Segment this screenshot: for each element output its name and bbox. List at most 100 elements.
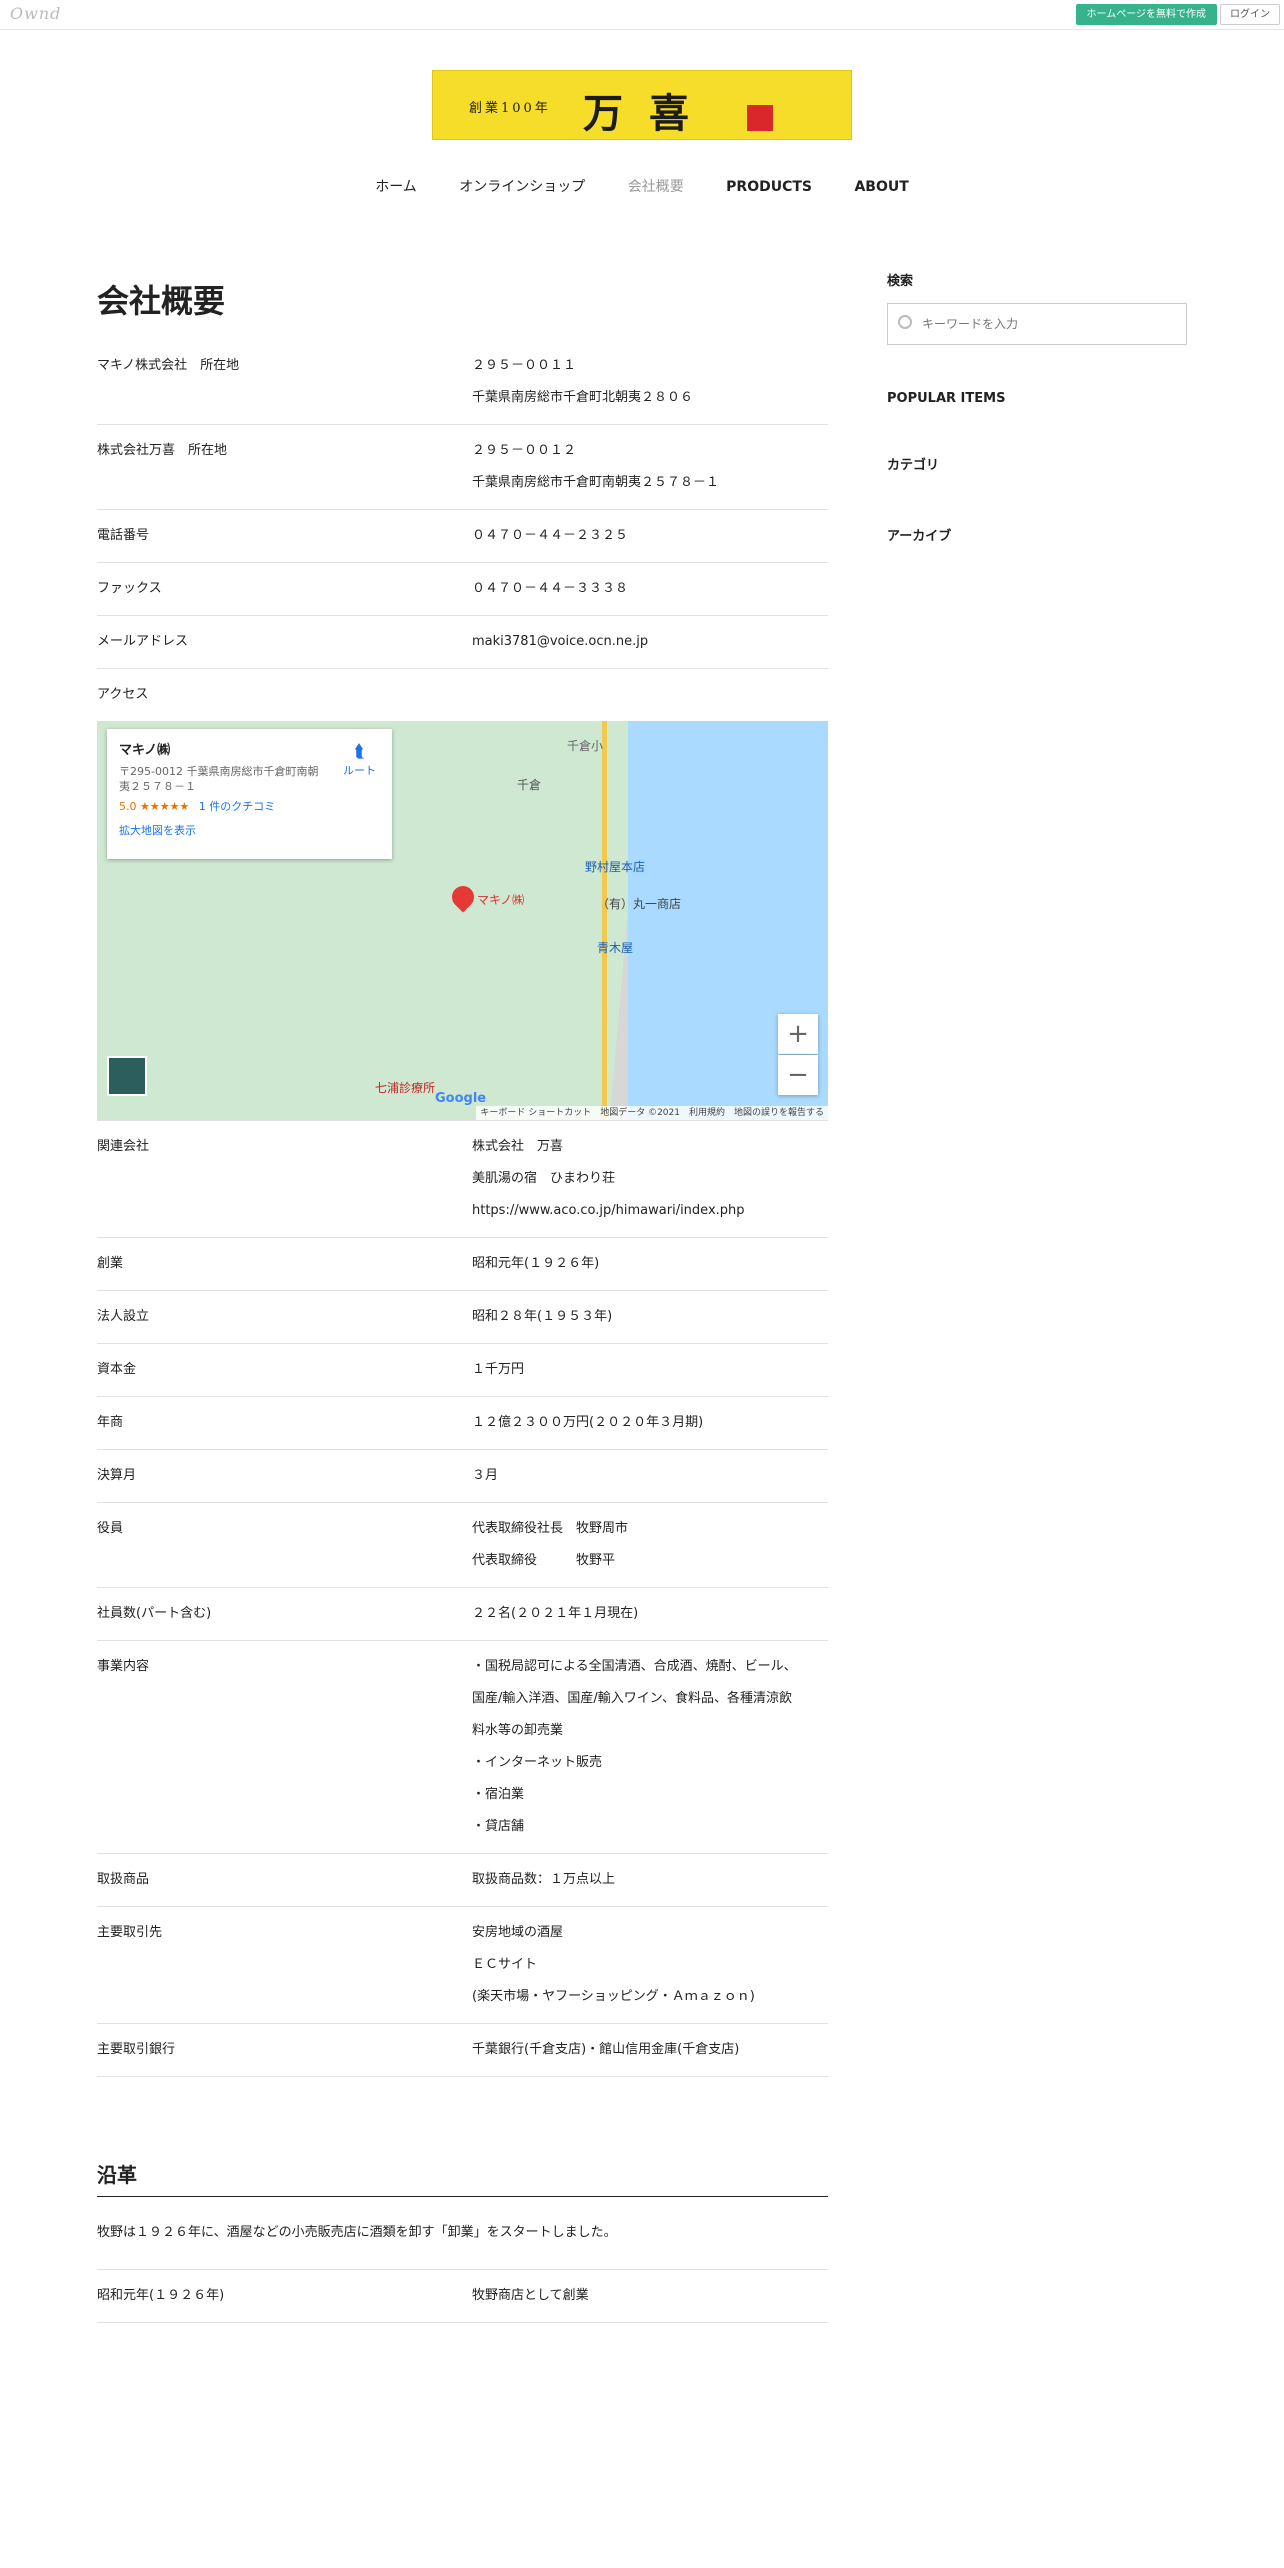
map-pin-label: マキノ㈱ <box>477 893 525 907</box>
info-row: 法人設立 昭和２８年(１９５３年) <box>97 1291 828 1344</box>
info-row-value: １千万円 <box>472 1354 828 1386</box>
info-row-line: 国産/輸入洋酒、国産/輸入ワイン、食料品、各種清涼飲 <box>472 1691 792 1706</box>
map-info-card: マキノ㈱ 〒295-0012 千葉県南房総市千倉町南朝夷２５７８－１ 5.0 ★… <box>107 729 392 859</box>
info-row-line: １２億２３００万円(２０２０年３月期) <box>472 1415 704 1430</box>
map-footer[interactable]: キーボード ショートカット 地図データ ©2021 利用規約 地図の誤りを報告す… <box>476 1106 828 1120</box>
map-road <box>602 721 607 1120</box>
history-first-label: 昭和元年(１９２６年) <box>97 2288 225 2303</box>
map-larger-link[interactable]: 拡大地図を表示 <box>119 822 380 838</box>
info-row-value <box>472 679 828 711</box>
info-row: マキノ株式会社 所在地 ２９５－００１１ 千葉県南房総市千倉町北朝夷２８０６ <box>97 340 828 425</box>
info-row-line: ０４７０－４４－３３３８ <box>472 581 629 596</box>
directions-icon: ⮬ <box>354 741 365 762</box>
info-row-line: (楽天市場・ヤフーショッピング・Ａｍａｚｏｎ) <box>472 1989 755 2004</box>
satellite-toggle[interactable] <box>107 1056 147 1096</box>
info-row-label: メールアドレス <box>97 634 189 649</box>
info-row-value: ０４７０－４４－３３３８ <box>472 573 828 605</box>
info-row: 資本金 １千万円 <box>97 1344 828 1397</box>
info-row-value: 昭和元年(１９２６年) <box>472 1248 828 1280</box>
site-banner-logo[interactable]: 創業100年 万喜 <box>432 70 852 140</box>
info-row-line: 料水等の卸売業 <box>472 1723 564 1738</box>
info-row-value: 安房地域の酒屋 ＥＣサイト (楽天市場・ヤフーショッピング・Ａｍａｚｏｎ) <box>472 1917 828 2013</box>
info-row-value: 代表取締役社長 牧野周市 代表取締役 牧野平 <box>472 1513 828 1577</box>
info-row-label: 年商 <box>97 1415 124 1430</box>
nav-item-products[interactable]: PRODUCTS <box>726 179 812 195</box>
popular-items-heading[interactable]: POPULAR ITEMS <box>887 391 1187 406</box>
info-row-line: https://www.aco.co.jp/himawari/index.php <box>472 1203 745 1218</box>
info-row-label: 株式会社万喜 所在地 <box>97 443 228 458</box>
info-row-label: 役員 <box>97 1521 124 1536</box>
company-info-table: マキノ株式会社 所在地 ２９５－００１１ 千葉県南房総市千倉町北朝夷２８０６ 株式会社… <box>97 340 828 721</box>
company-info-table-2: 関連会社 株式会社 万喜 美肌湯の宿 ひまわり荘 https://www.aco.co… <box>97 1121 828 2077</box>
history-first-value: 牧野商店として創業 <box>472 2288 589 2303</box>
zoom-out-button[interactable]: − <box>778 1055 818 1095</box>
info-row-value: ２２名(２０２１年１月現在) <box>472 1598 828 1630</box>
info-row-value: １２億２３００万円(２０２０年３月期) <box>472 1407 828 1439</box>
google-map[interactable]: マキノ㈱ 〒295-0012 千葉県南房総市千倉町南朝夷２５７８－１ 5.0 ★… <box>97 721 828 1121</box>
banner-tagline: 創業100年 <box>469 101 551 116</box>
info-row-value: ２９５－００１２ 千葉県南房総市千倉町南朝夷２５７８－１ <box>472 435 828 499</box>
info-row-value: ０４７０－４４－２３２５ <box>472 520 828 552</box>
map-poi-chikura: 千倉 <box>517 778 542 792</box>
info-row-label: 主要取引先 <box>97 1925 163 1940</box>
search-heading: 検索 <box>887 274 914 289</box>
info-row-value: 取扱商品数：１万点以上 <box>472 1864 828 1896</box>
info-row-value: 昭和２８年(１９５３年) <box>472 1301 828 1333</box>
info-row: アクセス <box>97 669 828 721</box>
info-row: 主要取引銀行 千葉銀行(千倉支店)・館山信用金庫(千倉支店) <box>97 2024 828 2077</box>
info-row-line: ・国税局認可による全国清酒、合成酒、焼酎、ビール、 <box>472 1659 797 1674</box>
page-title: 会社概要 <box>97 282 226 320</box>
info-row-line: maki3781@voice.ocn.ne.jp <box>472 634 649 649</box>
nav-item-company[interactable]: 会社概要 <box>628 176 684 196</box>
info-row: 創業 昭和元年(１９２６年) <box>97 1238 828 1291</box>
info-row-line: ２９５－００１１ <box>472 358 577 373</box>
map-poi-clinic[interactable]: 七浦診療所 <box>375 1079 435 1096</box>
banner-brand: 万喜 <box>583 90 715 137</box>
map-reviews-link[interactable]: 1 件のクチコミ <box>199 800 276 813</box>
zoom-in-button[interactable]: + <box>778 1014 818 1054</box>
info-row-value: ３月 <box>472 1460 828 1492</box>
nav-item-online-shop[interactable]: オンラインショップ <box>459 176 585 196</box>
login-button[interactable]: ログイン <box>1220 4 1280 25</box>
map-poi-aokiya[interactable]: 青木屋 <box>597 939 633 956</box>
search-box[interactable] <box>887 303 1187 345</box>
history-title: 沿革 <box>97 2159 828 2197</box>
info-row-label: 主要取引銀行 <box>97 2042 176 2057</box>
info-row-label: 社員数(パート含む) <box>97 1606 212 1621</box>
map-poi-school: 千倉小 <box>567 739 604 753</box>
map-poi-nomuraya[interactable]: 野村屋本店 <box>585 858 645 875</box>
info-row: 決算月 ３月 <box>97 1450 828 1503</box>
info-row-line: 株式会社 万喜 <box>472 1139 564 1154</box>
info-row-label: アクセス <box>97 687 149 702</box>
nav-item-home[interactable]: ホーム <box>375 176 417 196</box>
map-route-label: ルート <box>343 764 376 777</box>
map-poi-maruichi[interactable]: （有）丸一商店 <box>597 895 681 912</box>
ownd-logo[interactable]: Ownd <box>10 4 61 23</box>
top-bar: Ownd ホームページを無料で作成 ログイン <box>0 0 1284 30</box>
info-row-line: ０４７０－４４－２３２５ <box>472 528 629 543</box>
category-heading[interactable]: カテゴリ <box>887 454 1187 473</box>
info-row: 株式会社万喜 所在地 ２９５－００１２ 千葉県南房総市千倉町南朝夷２５７８－１ <box>97 425 828 510</box>
search-input[interactable] <box>922 313 1172 335</box>
archive-heading[interactable]: アーカイブ <box>887 525 1187 544</box>
info-row-label: 電話番号 <box>97 528 150 543</box>
info-row-value: ・国税局認可による全国清酒、合成酒、焼酎、ビール、 国産/輸入洋酒、国産/輸入ワイ… <box>472 1651 828 1843</box>
info-row: 役員 代表取締役社長 牧野周市 代表取締役 牧野平 <box>97 1503 828 1588</box>
info-row-line: ２９５－００１２ <box>472 443 577 458</box>
info-row-line: 代表取締役社長 牧野周市 <box>472 1521 629 1536</box>
main-nav: ホーム オンラインショップ 会社概要 PRODUCTS ABOUT <box>0 176 1284 196</box>
map-pin-icon[interactable] <box>447 881 479 913</box>
info-row-line: 千葉銀行(千倉支店)・館山信用金庫(千倉支店) <box>472 2042 740 2057</box>
info-row-line: ・インターネット販売 <box>472 1755 603 1770</box>
info-row-label: ファックス <box>97 581 162 596</box>
info-row: 関連会社 株式会社 万喜 美肌湯の宿 ひまわり荘 https://www.aco.co… <box>97 1121 828 1238</box>
info-row: 社員数(パート含む) ２２名(２０２１年１月現在) <box>97 1588 828 1641</box>
seal-icon <box>747 105 773 131</box>
info-row-line: 千葉県南房総市千倉町南朝夷２５７８－１ <box>472 475 720 490</box>
nav-item-about[interactable]: ABOUT <box>854 179 908 195</box>
create-homepage-button[interactable]: ホームページを無料で作成 <box>1075 4 1217 25</box>
info-row-label: 関連会社 <box>97 1139 150 1154</box>
map-route-button[interactable]: ⮬ ルート <box>343 741 376 778</box>
info-row: メールアドレス maki3781@voice.ocn.ne.jp <box>97 616 828 669</box>
info-row-line: 取扱商品数：１万点以上 <box>472 1872 616 1887</box>
